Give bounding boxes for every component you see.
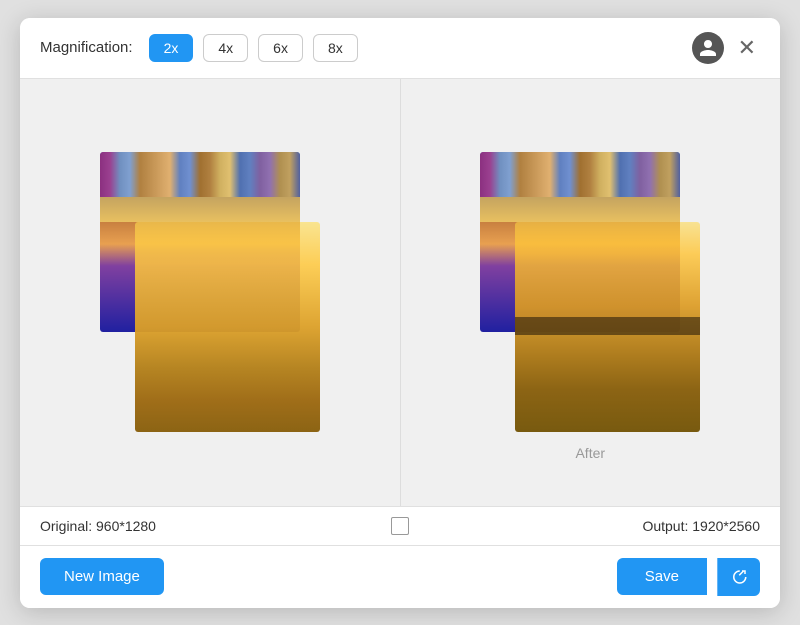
mag-8x-button[interactable]: 8x	[313, 34, 358, 62]
bar-bottles-left	[100, 152, 300, 197]
original-pane	[20, 79, 400, 506]
main-dialog: Magnification: 2x 4x 6x 8x ✕	[20, 18, 780, 608]
close-button[interactable]: ✕	[734, 37, 760, 59]
original-front-image	[135, 222, 320, 432]
avatar[interactable]	[692, 32, 724, 64]
output-info: Output: 1920*2560	[409, 518, 760, 534]
mag-6x-button[interactable]: 6x	[258, 34, 303, 62]
footer: New Image Save	[20, 545, 780, 608]
bar-top-right	[480, 152, 680, 222]
mag-4x-button[interactable]: 4x	[203, 34, 248, 62]
new-image-button[interactable]: New Image	[40, 558, 164, 595]
clock-icon	[730, 568, 748, 586]
bar-top-left	[100, 152, 300, 222]
yellow-blur-left	[135, 222, 320, 432]
bar-bottles-right	[480, 152, 680, 197]
output-pane: After	[400, 79, 781, 506]
sync-checkbox[interactable]	[391, 517, 409, 535]
after-label: After	[575, 445, 605, 461]
original-info: Original: 960*1280	[40, 518, 391, 534]
original-image-stack	[100, 152, 320, 432]
sync-checkbox-container	[391, 517, 409, 535]
image-area: After	[20, 79, 780, 506]
header: Magnification: 2x 4x 6x 8x ✕	[20, 18, 780, 79]
output-image-stack	[480, 152, 700, 432]
history-button[interactable]	[717, 558, 760, 596]
info-bar: Original: 960*1280 Output: 1920*2560	[20, 506, 780, 545]
save-button[interactable]: Save	[617, 558, 707, 595]
output-front-image	[515, 222, 700, 432]
magnification-label: Magnification:	[40, 39, 133, 56]
mag-2x-button[interactable]: 2x	[149, 34, 194, 62]
